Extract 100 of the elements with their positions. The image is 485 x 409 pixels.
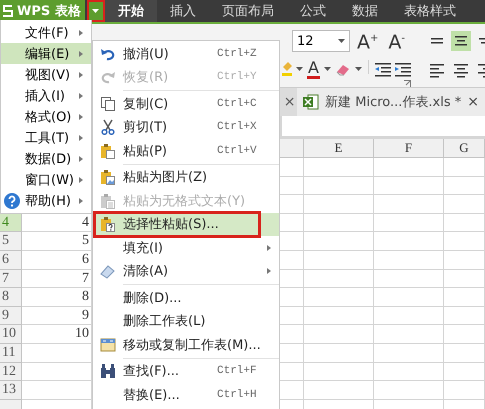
scissors-icon (100, 119, 116, 136)
eraser-icon (334, 62, 351, 76)
table-cell (444, 270, 485, 288)
table-cell (374, 250, 444, 270)
menu-item[interactable]: 清除(A) (93, 260, 279, 283)
align-lines-icon (430, 38, 443, 44)
eraser-icon (100, 263, 116, 280)
close-tab-button[interactable]: × (282, 88, 298, 116)
menu-item[interactable]: 粘贴为图片(Z) (93, 166, 279, 189)
menu-item[interactable]: 替换(E)... Ctrl+H (93, 383, 279, 406)
row-header: 12 (0, 362, 22, 382)
caret-icon (354, 67, 362, 71)
row-header: 5 (0, 232, 22, 251)
paint-bucket-icon (282, 61, 292, 77)
decrease-indent-icon (374, 61, 391, 77)
clipboard-question-icon (100, 216, 116, 232)
row-header: 7 (0, 270, 22, 288)
row-header: 6 (0, 250, 22, 270)
caret-icon (92, 9, 100, 13)
table-cell (444, 195, 485, 214)
table-cell (374, 362, 444, 382)
menu-item[interactable]: 查找(F)... Ctrl+F (93, 360, 279, 383)
help-icon (4, 193, 20, 209)
spreadsheet-file-icon (303, 94, 320, 110)
table-cell (374, 306, 444, 326)
ribbon-tab[interactable]: 数据 (338, 0, 391, 22)
table-cell (374, 214, 444, 232)
caret-icon (324, 67, 331, 71)
menu-item[interactable]: 数据(D) (1, 148, 91, 169)
copy-icon (100, 96, 116, 112)
ribbon-tab[interactable]: 表格样式 (390, 0, 469, 22)
menu-item[interactable]: 删除工作表(L) (93, 310, 279, 333)
caret-icon (338, 39, 345, 43)
ribbon-tab[interactable]: 公式 (286, 0, 339, 22)
increase-indent-icon (394, 61, 411, 77)
grow-font-button[interactable]: A$^{+}$ (354, 28, 382, 54)
table-cell (374, 176, 444, 196)
s-logo-icon (2, 4, 13, 18)
clipboard-icon (100, 142, 116, 159)
table-cell (374, 232, 444, 251)
table-cell (444, 288, 485, 307)
table-cell (374, 325, 444, 344)
column-header: E (304, 139, 374, 158)
column-header: F (374, 139, 444, 158)
menu-item[interactable]: 粘贴(P) Ctrl+V (93, 139, 279, 162)
menu-item[interactable]: 帮助(H) (1, 190, 91, 211)
align-lines-icon (454, 36, 467, 46)
table-cell (444, 214, 485, 232)
menu-item[interactable]: 撤消(U) Ctrl+Z (93, 42, 279, 66)
document-title: 新建 Micro...作表.xls * (325, 94, 462, 111)
row-header: 11 (0, 344, 22, 363)
table-cell (374, 344, 444, 363)
ribbon-tab[interactable]: 插入 (156, 0, 209, 22)
menu-item[interactable]: 填充(I) (93, 236, 279, 260)
table-cell (374, 158, 444, 177)
clipboard-text-icon (100, 192, 116, 209)
table-cell (444, 325, 485, 344)
table-cell (444, 362, 485, 382)
menu-item[interactable]: 编辑(E) (1, 43, 91, 64)
font-size-field[interactable]: 12 (292, 30, 350, 52)
row-header: 8 (0, 288, 22, 307)
ribbon-tab[interactable]: 页面布局 (208, 0, 287, 22)
dropdown-button[interactable] (86, 0, 105, 22)
menu-item[interactable]: 格式(O) (1, 106, 91, 127)
row-header: 9 (0, 306, 22, 326)
table-cell (444, 232, 485, 251)
font-color-button[interactable]: A (307, 60, 320, 78)
row-header: 10 (0, 325, 22, 344)
menu-item[interactable]: 窗口(W) (1, 169, 91, 190)
submenu-arrow-icon (267, 268, 271, 274)
menu-item[interactable]: 复制(C) Ctrl+C (93, 92, 279, 116)
clipboard-picture-icon (100, 169, 116, 186)
table-cell (444, 381, 485, 400)
menu-item[interactable]: 工具(T) (1, 127, 91, 148)
table-cell (444, 250, 485, 270)
menu-item[interactable]: 选择性粘贴(S)... (93, 212, 279, 236)
ribbon-tab[interactable]: 开始 (104, 0, 157, 22)
app-name: WPS 表格 (17, 3, 81, 20)
menu-item[interactable]: 移动或复制工作表(M)... (93, 333, 279, 356)
menu-item[interactable]: 删除(D)... (93, 286, 279, 310)
sheet-move-icon (100, 336, 116, 353)
table-cell (444, 158, 485, 177)
vertical-align-button[interactable] (450, 31, 471, 51)
menu-item[interactable]: 剪切(T) Ctrl+X (93, 116, 279, 139)
table-cell (444, 306, 485, 326)
document-tab[interactable]: 新建 Micro...作表.xls * × (297, 88, 485, 116)
menu-item[interactable]: 视图(V) (1, 64, 91, 85)
dialog-launcher-icon (404, 80, 411, 87)
menu-item[interactable]: 文件(F) (1, 22, 91, 43)
table-cell (374, 288, 444, 307)
menu-item[interactable]: 插入(I) (1, 85, 91, 106)
row-header: 13 (0, 381, 22, 400)
binoculars-icon (100, 363, 116, 380)
table-cell (374, 195, 444, 214)
submenu-arrow-icon (267, 244, 271, 251)
close-tab-button[interactable]: × (467, 94, 479, 110)
table-cell (374, 270, 444, 288)
caret-icon (296, 67, 303, 71)
table-cell (374, 381, 444, 400)
shrink-font-button[interactable]: A$^{-}$ (385, 28, 408, 54)
